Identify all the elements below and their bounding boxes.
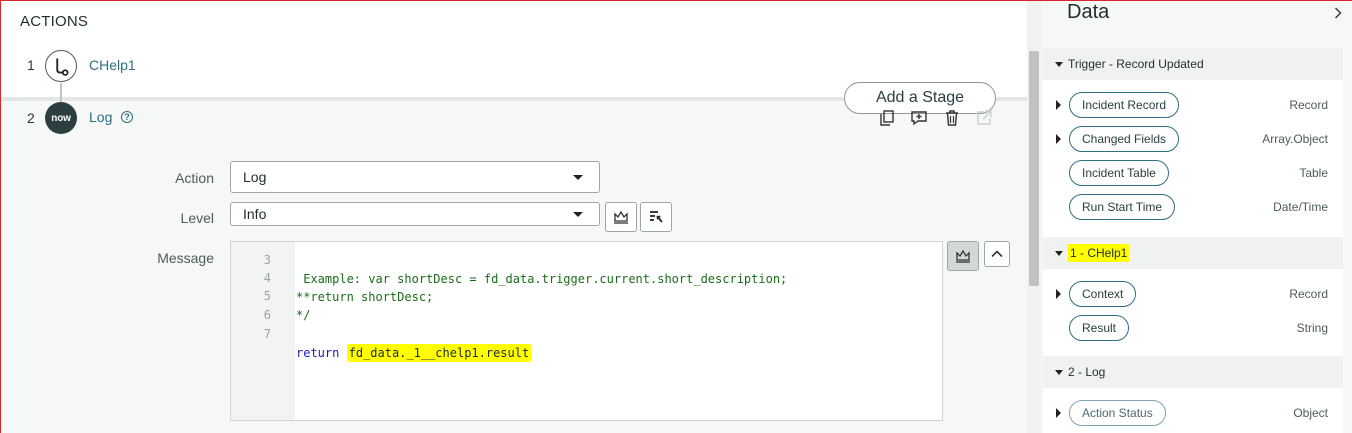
section-trigger[interactable]: Trigger - Record Updated — [1043, 48, 1343, 80]
level-select[interactable]: Info — [230, 202, 600, 226]
level-select-value: Info — [243, 206, 267, 222]
data-pill-row: Incident Table Table — [1043, 158, 1343, 188]
pill-type: String — [1296, 321, 1328, 335]
caret-down-icon — [1055, 369, 1063, 375]
data-panel: Data Trigger - Record Updated Incident R… — [1041, 1, 1352, 433]
comment-add-icon[interactable] — [910, 109, 928, 127]
level-label: Level — [180, 210, 214, 226]
data-pill[interactable]: Incident Record — [1069, 92, 1180, 118]
section-chelp1[interactable]: 1 - CHelp1 — [1043, 237, 1343, 269]
data-pill[interactable]: Context — [1069, 281, 1137, 307]
data-pill[interactable]: Incident Table — [1069, 160, 1169, 186]
caret-down-icon — [1055, 61, 1063, 67]
step2-label[interactable]: Log — [89, 109, 112, 125]
chevron-right-icon[interactable] — [1333, 5, 1343, 26]
pill-type: Object — [1293, 406, 1328, 420]
action-select[interactable]: Log — [230, 161, 600, 193]
section-log-body: Action Status Object — [1043, 388, 1343, 433]
data-pill-row: Action Status Object — [1043, 398, 1343, 428]
flow-logic-icon — [45, 50, 77, 82]
section-trigger-body: Incident Record Record Changed Fields Ar… — [1043, 80, 1343, 237]
step1-number: 1 — [27, 57, 35, 73]
pill-type: Array.Object — [1262, 132, 1328, 146]
data-pill-row: Run Start Time Date/Time — [1043, 192, 1343, 222]
return-keyword: return — [296, 346, 340, 360]
data-pill[interactable]: Run Start Time — [1069, 194, 1176, 220]
step-connector — [60, 83, 62, 102]
step1-label[interactable]: CHelp1 — [89, 57, 136, 73]
data-pill-row: Incident Record Record — [1043, 90, 1343, 120]
code-line: 4 **return shortDesc; — [231, 250, 942, 304]
script-icon — [650, 211, 663, 223]
chevron-down-icon — [573, 212, 583, 217]
pill-type: Record — [1289, 98, 1328, 112]
pill-type: Table — [1299, 166, 1328, 180]
section-log[interactable]: 2 - Log — [1043, 356, 1343, 388]
now-logo-icon: now — [45, 102, 77, 134]
scrollbar-thumb[interactable] — [1029, 51, 1039, 286]
delete-icon[interactable] — [943, 109, 961, 127]
action-select-value: Log — [243, 169, 267, 185]
collapse-editor-button[interactable] — [984, 241, 1010, 267]
code-line: 7 return fd_data._1__chelp1.result — [231, 306, 942, 362]
data-pill-picker-button[interactable] — [605, 202, 637, 232]
open-external-icon — [975, 109, 993, 127]
help-icon[interactable]: ? — [121, 111, 133, 123]
section-label: Trigger - Record Updated — [1068, 57, 1204, 71]
caret-right-icon[interactable] — [1056, 289, 1061, 299]
chevron-down-icon — [573, 175, 583, 180]
caret-right-icon[interactable] — [1056, 134, 1061, 144]
copy-icon[interactable] — [878, 109, 896, 127]
message-pill-picker-button[interactable] — [947, 241, 979, 271]
caret-right-icon[interactable] — [1056, 408, 1061, 418]
highlighted-expression: fd_data._1__chelp1.result — [346, 344, 532, 362]
actions-panel: ACTIONS 1 CHelp1 2 now Log ? Add a Stage… — [1, 1, 1027, 433]
script-toggle-button[interactable] — [640, 202, 672, 232]
pill-type: Date/Time — [1273, 200, 1328, 214]
section-label: 2 - Log — [1068, 365, 1106, 379]
data-pill[interactable]: Action Status — [1069, 400, 1166, 426]
actions-title: ACTIONS — [20, 13, 89, 30]
script-editor[interactable]: 3 Example: var shortDesc = fd_data.trigg… — [230, 241, 943, 421]
caret-right-icon[interactable] — [1056, 100, 1061, 110]
line-number: 7 — [263, 327, 271, 341]
chevron-up-icon — [991, 250, 1003, 258]
action-label: Action — [175, 170, 214, 186]
section-chelp1-body: Context Record Result String — [1043, 269, 1343, 356]
data-panel-title: Data — [1067, 1, 1110, 23]
data-pill-row: Context Record — [1043, 279, 1343, 309]
code-text: return fd_data._1__chelp1.result — [296, 344, 532, 363]
data-pill-row: Changed Fields Array.Object — [1043, 124, 1343, 154]
data-pill[interactable]: Changed Fields — [1069, 126, 1180, 152]
code-line: 6 — [231, 287, 942, 322]
pill-picker-icon — [956, 249, 970, 263]
data-pill-row: Result String — [1043, 313, 1343, 343]
code-line: 5 */ — [231, 268, 942, 322]
actions-scrollbar[interactable] — [1027, 1, 1041, 433]
pill-type: Record — [1289, 287, 1328, 301]
section-label: 1 - CHelp1 — [1068, 244, 1130, 262]
step2-number: 2 — [27, 110, 35, 126]
message-label: Message — [157, 250, 214, 266]
data-pill[interactable]: Result — [1069, 315, 1130, 341]
pill-picker-icon — [614, 210, 628, 224]
caret-down-icon — [1055, 250, 1063, 256]
